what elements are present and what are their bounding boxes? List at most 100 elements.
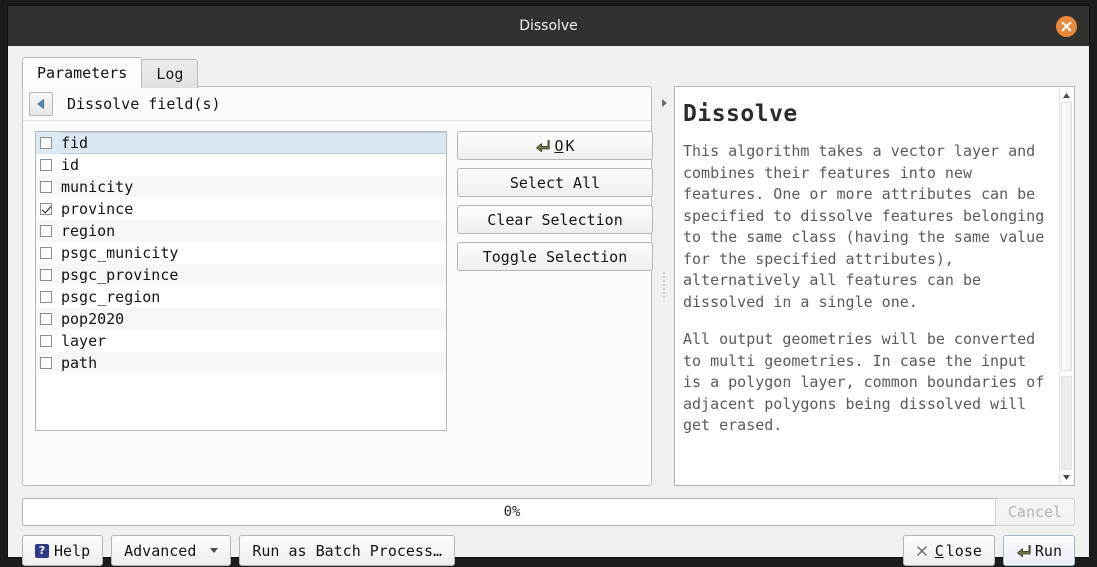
list-item[interactable]: psgc_municity — [36, 242, 446, 264]
cancel-button: Cancel — [995, 498, 1075, 526]
green-enter-arrow-icon — [536, 139, 551, 152]
scroll-thumb[interactable] — [1061, 102, 1072, 371]
selection-buttons: OK Select All Clear Selection Toggle Sel… — [457, 131, 653, 271]
field-label: psgc_municity — [61, 244, 179, 262]
dissolve-fields-list[interactable]: fid id municity province region psgc_mun… — [35, 131, 447, 431]
field-label: psgc_region — [61, 288, 161, 306]
scroll-down-button[interactable] — [1060, 470, 1073, 484]
field-label: municity — [61, 178, 134, 196]
help-button[interactable]: ? Help — [22, 535, 104, 566]
field-label: pop2020 — [61, 310, 125, 328]
field-label: layer — [61, 332, 107, 350]
close-button-accel: C — [934, 541, 944, 560]
list-item[interactable]: psgc_region — [36, 286, 446, 308]
close-icon — [1061, 21, 1072, 32]
run-as-batch-label: Run as Batch Process… — [252, 541, 443, 560]
run-button[interactable]: Run — [1002, 535, 1075, 566]
parameters-panel: Dissolve field(s) fid id municity provin… — [22, 86, 653, 486]
dissolve-fields-label: Dissolve field(s) — [67, 94, 221, 113]
field-checkbox[interactable] — [40, 181, 52, 193]
tab-parameters[interactable]: Parameters — [22, 57, 143, 88]
list-item[interactable]: pop2020 — [36, 308, 446, 330]
field-checkbox[interactable] — [40, 291, 52, 303]
list-item[interactable]: path — [36, 352, 446, 374]
triangle-right-icon[interactable] — [660, 98, 669, 108]
collapse-group-button[interactable] — [29, 91, 53, 116]
field-label: path — [61, 354, 98, 372]
dialog-body: Parameters Log Dissolve field(s) fid id … — [8, 46, 1089, 566]
tab-log-label: Log — [156, 65, 184, 83]
toggle-selection-label: Toggle Selection — [482, 247, 628, 266]
progress-percent-label: 0% — [503, 504, 521, 520]
help-title: Dissolve — [683, 101, 798, 127]
progress-bar: 0% — [22, 498, 1002, 526]
scroll-track-lower[interactable] — [1061, 376, 1072, 470]
list-item[interactable]: id — [36, 154, 446, 176]
field-checkbox[interactable] — [40, 225, 52, 237]
ok-button-label: K — [565, 136, 575, 155]
footer-right-group: Close Run — [902, 535, 1075, 566]
scroll-track[interactable] — [1060, 102, 1073, 470]
tab-strip: Parameters Log — [22, 57, 199, 88]
panel-splitter[interactable] — [656, 86, 672, 486]
help-paragraph: All output geometries will be converted … — [683, 330, 1045, 434]
dissolve-dialog: Dissolve Parameters Log Dissolve field(s… — [8, 6, 1089, 566]
field-label: province — [61, 200, 134, 218]
select-all-label: Select All — [509, 173, 601, 192]
field-checkbox[interactable] — [40, 159, 52, 171]
list-item[interactable]: province — [36, 198, 446, 220]
advanced-button[interactable]: Advanced — [111, 535, 232, 566]
ok-button-accel: O — [554, 136, 564, 155]
field-checkbox[interactable] — [40, 203, 52, 215]
list-item[interactable]: municity — [36, 176, 446, 198]
list-item[interactable]: region — [36, 220, 446, 242]
field-checkbox[interactable] — [40, 247, 52, 259]
help-paragraph: This algorithm takes a vector layer and … — [683, 142, 1045, 311]
footer-left-group: ? Help Advanced Run as Batch Process… — [22, 535, 456, 566]
triangle-down-icon — [1063, 474, 1070, 480]
field-label: region — [61, 222, 116, 240]
triangle-left-icon — [37, 98, 44, 109]
chevron-down-icon — [210, 548, 219, 553]
cancel-button-label: Cancel — [1007, 503, 1063, 521]
window-title: Dissolve — [519, 18, 578, 34]
toggle-selection-button[interactable]: Toggle Selection — [457, 242, 653, 271]
splitter-grip-icon — [663, 272, 665, 300]
help-scrollbar[interactable] — [1059, 88, 1073, 484]
question-badge-icon: ? — [35, 543, 49, 558]
window-close-button[interactable] — [1056, 16, 1077, 37]
help-button-label: Help — [54, 541, 91, 560]
window-titlebar: Dissolve — [8, 6, 1089, 46]
field-label: psgc_province — [61, 266, 179, 284]
help-content: Dissolve This algorithm takes a vector l… — [675, 87, 1062, 437]
dialog-footer: ? Help Advanced Run as Batch Process… Cl… — [22, 535, 1075, 567]
field-label: fid — [59, 132, 446, 154]
x-mark-icon — [917, 545, 927, 556]
field-label: id — [61, 156, 80, 174]
close-button[interactable]: Close — [902, 535, 995, 566]
list-item[interactable]: psgc_province — [36, 264, 446, 286]
close-button-label: lose — [945, 541, 982, 560]
field-checkbox[interactable] — [40, 335, 52, 347]
dissolve-fields-group-header: Dissolve field(s) — [23, 87, 651, 121]
field-checkbox[interactable] — [40, 137, 52, 149]
run-button-label: Run — [1034, 541, 1062, 560]
clear-selection-button[interactable]: Clear Selection — [457, 205, 653, 234]
algorithm-help-panel: Dissolve This algorithm takes a vector l… — [674, 86, 1075, 486]
scroll-up-button[interactable] — [1060, 88, 1073, 102]
list-item[interactable]: layer — [36, 330, 446, 352]
clear-selection-label: Clear Selection — [487, 210, 623, 229]
field-checkbox[interactable] — [40, 313, 52, 325]
advanced-button-label: Advanced — [124, 541, 197, 560]
field-checkbox[interactable] — [40, 357, 52, 369]
progress-row: 0% Cancel — [22, 498, 1075, 528]
list-item[interactable]: fid — [36, 132, 446, 154]
field-checkbox[interactable] — [40, 269, 52, 281]
tab-parameters-label: Parameters — [37, 64, 128, 82]
green-enter-arrow-icon — [1016, 544, 1031, 557]
tab-log[interactable]: Log — [141, 59, 199, 88]
ok-button[interactable]: OK — [457, 131, 653, 160]
run-as-batch-button[interactable]: Run as Batch Process… — [239, 535, 456, 566]
select-all-button[interactable]: Select All — [457, 168, 653, 197]
triangle-up-icon — [1063, 92, 1070, 98]
